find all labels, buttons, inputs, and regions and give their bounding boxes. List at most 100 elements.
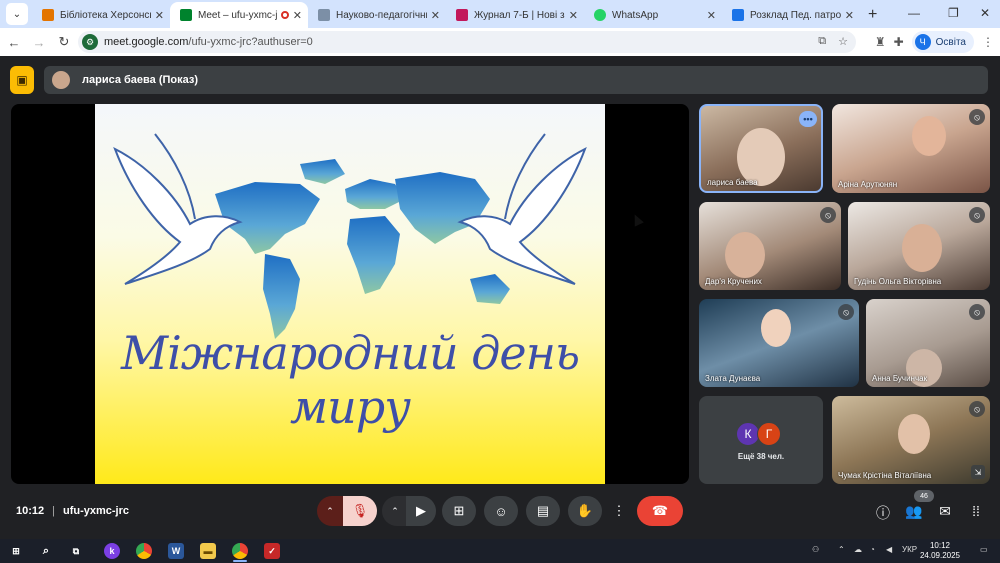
whatsapp-favicon-icon: [594, 9, 606, 21]
globe-favicon-icon: [318, 9, 330, 21]
presented-slide: Міжнародний день миру: [95, 104, 605, 484]
people-tray-icon[interactable]: ⚇: [812, 545, 819, 554]
present-screen-icon: ⊞: [453, 503, 465, 518]
meeting-code: ufu-yxmc-jrc: [63, 505, 130, 517]
hand-icon: ✋: [576, 503, 594, 518]
tray-chevron-icon[interactable]: ⌃: [838, 545, 845, 554]
taskbar-clock[interactable]: 10:12 24.09.2025: [920, 541, 960, 561]
notification-icon[interactable]: ▭: [980, 545, 988, 554]
minimize-icon[interactable]: —: [908, 6, 920, 20]
more-options-button[interactable]: ⋮: [609, 496, 629, 526]
participant-avatar: Г: [757, 422, 781, 446]
word-app-icon[interactable]: W: [168, 543, 184, 559]
close-tab-icon[interactable]: ✕: [707, 9, 716, 22]
wifi-icon[interactable]: ◔: [870, 545, 875, 554]
participant-tile[interactable]: ⦸ Аріна Арутюнян: [832, 104, 990, 193]
meeting-info: 10:12 | ufu-yxmc-jrc: [16, 505, 129, 517]
slide-title: Міжнародний день миру: [120, 326, 580, 434]
camera-options-chevron-icon[interactable]: ⌃: [382, 496, 408, 526]
tab-search-chevron-icon[interactable]: ⌄: [6, 3, 28, 25]
participant-tile[interactable]: ⦸ Чумак Крістіна Віталіївна ⇲: [832, 396, 990, 484]
raise-hand-button[interactable]: ✋: [568, 496, 602, 526]
meeting-details-info-icon[interactable]: ⓘ: [874, 503, 892, 523]
browser-tab[interactable]: Журнал 7-Б | Нові знання ✕: [446, 2, 584, 28]
browser-tab[interactable]: Науково-педагогічний пр ✕: [308, 2, 446, 28]
reactions-button[interactable]: ☺: [484, 496, 518, 526]
video-camera-icon: ▶: [416, 503, 426, 518]
site-info-icon[interactable]: ⚙: [82, 34, 98, 50]
url-text: meet.google.com/ufu-yxmc-jrc?authuser=0: [104, 36, 313, 48]
activities-grid-icon[interactable]: ⁞⁞: [967, 503, 985, 519]
participant-tile[interactable]: ⦸ Дар'я Кручених: [699, 202, 841, 290]
extension-icon[interactable]: ♜: [875, 35, 886, 49]
new-tab-plus-icon[interactable]: +: [868, 6, 877, 24]
back-arrow-icon[interactable]: ←: [3, 35, 25, 50]
clock-date: 24.09.2025: [919, 551, 960, 560]
participant-name: Гудінь Ольга Вікторівна: [854, 277, 942, 286]
keyboard-language[interactable]: УКР: [902, 545, 917, 554]
mic-off-icon: ⦸: [838, 304, 854, 320]
chrome-active-app-icon[interactable]: [232, 543, 248, 559]
reload-icon[interactable]: ↻: [53, 34, 75, 50]
onedrive-icon[interactable]: ☁: [854, 545, 862, 554]
chat-icon[interactable]: ✉: [936, 503, 954, 520]
file-explorer-icon[interactable]: ▬: [200, 543, 216, 559]
more-participants-tile[interactable]: К Г Ещё 38 чел.: [699, 396, 823, 484]
presentation-app-icon[interactable]: ✓: [264, 543, 280, 559]
more-participants-label: Ещё 38 чел.: [737, 452, 785, 461]
tab-title: Бібліотека Херсонського: [60, 9, 151, 21]
forward-arrow-icon[interactable]: →: [28, 35, 50, 50]
close-tab-icon[interactable]: ✕: [293, 9, 302, 22]
puzzle-icon[interactable]: ✚: [894, 35, 904, 49]
profile-name: Освіта: [935, 36, 966, 48]
speaking-indicator-icon: •••: [799, 111, 817, 127]
translate-icon[interactable]: ⧉: [818, 35, 826, 48]
layout-icon[interactable]: ⇲: [971, 465, 985, 479]
active-app-indicator: [233, 560, 247, 562]
present-now-button[interactable]: ⊞: [442, 496, 476, 526]
windows-taskbar: ⊞ ⌕ ⧉ k W ▬ ✓ ⚇ ⌃ ☁ ◔ ◀ УКР 10:12 24.09.…: [0, 539, 1000, 563]
camera-toggle-button[interactable]: ▶: [406, 496, 436, 526]
mic-off-icon: ⦸: [969, 109, 985, 125]
close-window-icon[interactable]: ✕: [980, 6, 990, 20]
volume-icon[interactable]: ◀: [886, 545, 892, 554]
close-tab-icon[interactable]: ✕: [431, 9, 440, 22]
task-view-icon[interactable]: ⧉: [68, 543, 84, 559]
leave-call-button[interactable]: ☎: [637, 496, 683, 526]
hang-up-icon: ☎: [651, 503, 669, 518]
browser-tab[interactable]: Бібліотека Херсонського ✕: [32, 2, 170, 28]
close-tab-icon[interactable]: ✕: [155, 9, 164, 22]
mic-off-icon: ⦸: [969, 401, 985, 417]
clock-time: 10:12: [929, 541, 950, 550]
profile-button[interactable]: Ч Освіта: [911, 31, 974, 53]
chrome-app-icon[interactable]: [136, 543, 152, 559]
browser-tab[interactable]: Розклад Пед. патронаж ✕: [722, 2, 860, 28]
journal-favicon-icon: [456, 9, 468, 21]
mic-options-chevron-icon[interactable]: ⌃: [317, 496, 343, 526]
profile-avatar: Ч: [914, 34, 931, 50]
tab-title: Науково-педагогічний пр: [336, 9, 427, 21]
restore-icon[interactable]: ❐: [948, 6, 959, 20]
kahoot-app-icon[interactable]: k: [104, 543, 120, 559]
participant-tile[interactable]: ⦸ Злата Дунаєва: [699, 299, 859, 387]
kebab-menu-icon[interactable]: ⋮: [982, 35, 994, 49]
windows-start-icon[interactable]: ⊞: [8, 543, 24, 559]
browser-tab[interactable]: WhatsApp ✕: [584, 2, 722, 28]
participant-tile[interactable]: ••• лариса баева: [699, 104, 823, 193]
mic-off-icon: 🎙: [351, 503, 369, 518]
search-icon[interactable]: ⌕: [38, 543, 54, 559]
close-tab-icon[interactable]: ✕: [845, 9, 854, 22]
captions-button[interactable]: ▤: [526, 496, 560, 526]
address-bar[interactable]: ⚙ meet.google.com/ufu-yxmc-jrc?authuser=…: [78, 31, 856, 53]
browser-tab-active[interactable]: Meet – ufu-yxmc-jrc ✕: [170, 2, 308, 28]
bookmark-star-icon[interactable]: ☆: [838, 35, 848, 48]
browser-toolbar: ← → ↻ ⚙ meet.google.com/ufu-yxmc-jrc?aut…: [0, 28, 1000, 56]
participant-tile[interactable]: ⦸ Анна Бучинчак: [866, 299, 990, 387]
tab-title: Журнал 7-Б | Нові знання: [474, 9, 565, 21]
close-tab-icon[interactable]: ✕: [569, 9, 578, 22]
participant-tile[interactable]: ⦸ Гудінь Ольга Вікторівна: [848, 202, 990, 290]
people-icon[interactable]: 👥: [905, 503, 923, 520]
mic-toggle-button[interactable]: 🎙: [343, 496, 377, 526]
mic-off-icon: ⦸: [820, 207, 836, 223]
stop-presenting-icon[interactable]: ▣: [10, 66, 34, 94]
